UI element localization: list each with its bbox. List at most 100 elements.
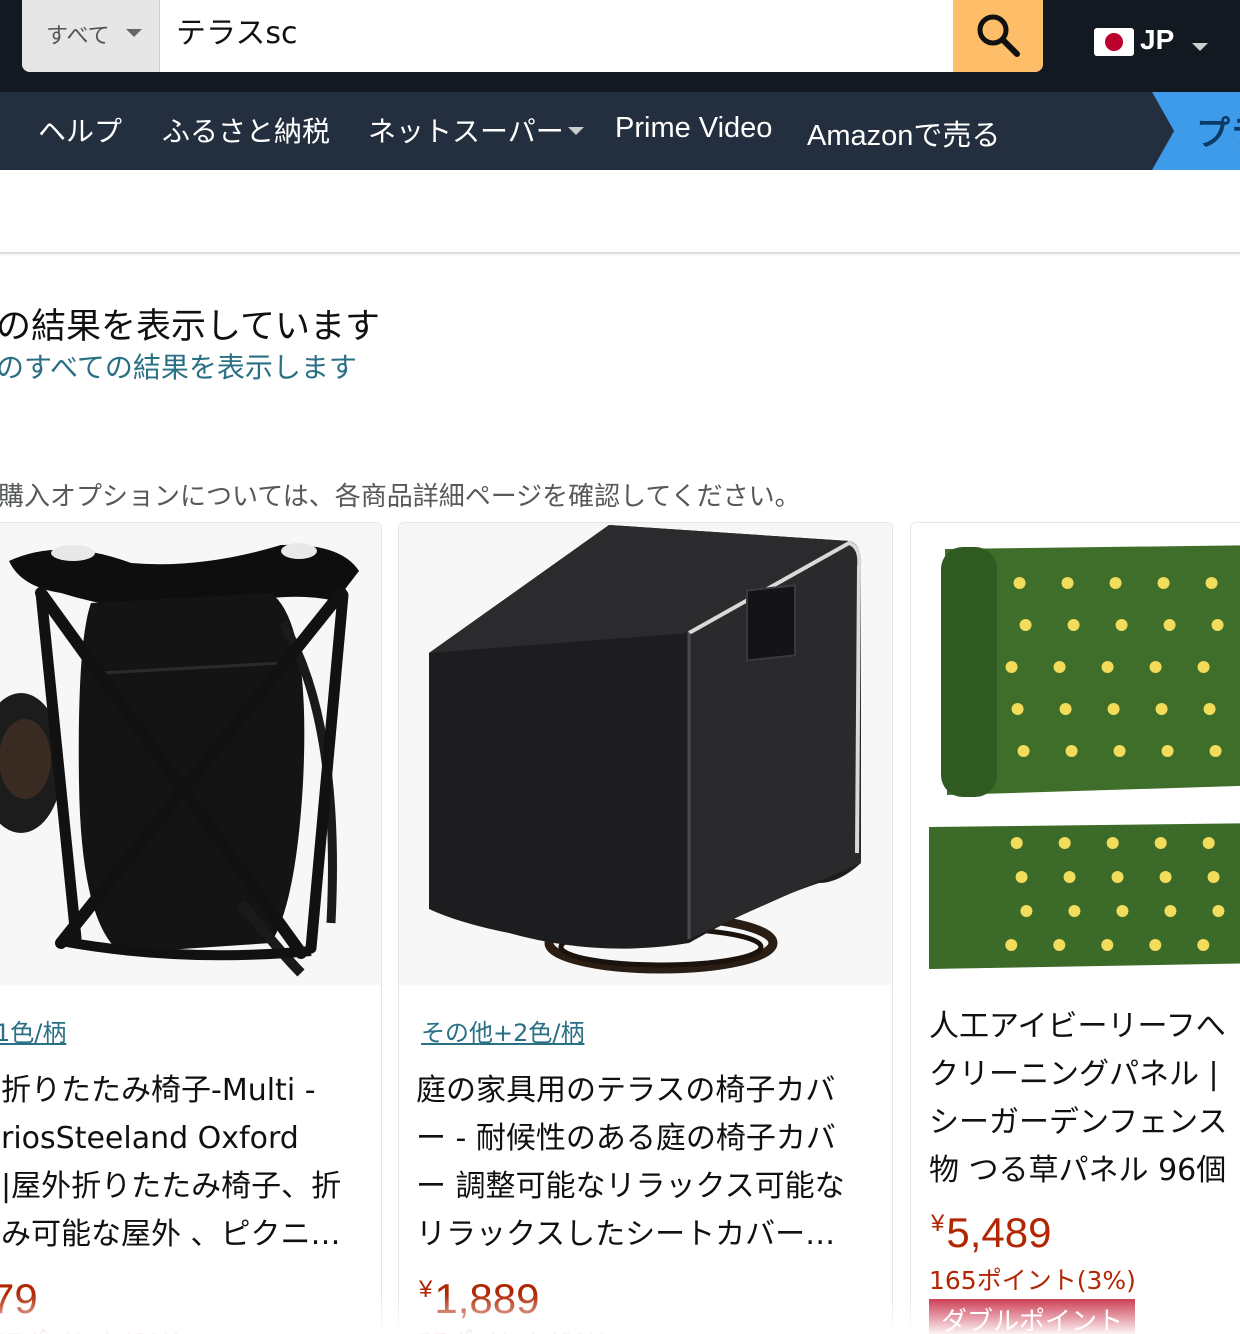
results-heading: の結果を表示しています xyxy=(0,307,380,347)
ivy-flower xyxy=(1019,619,1032,631)
product-title-line: ー 調整可能なリラックス可能な xyxy=(416,1169,845,1204)
price-value: 5,489 xyxy=(946,1209,1052,1256)
price-value: 79 xyxy=(0,1275,38,1322)
product-title-line: リラックスしたシートカバー… xyxy=(416,1217,836,1252)
ivy-flower xyxy=(1157,577,1170,589)
ivy-flower xyxy=(1202,837,1215,849)
ivy-flower xyxy=(1005,939,1018,951)
ivy-flower xyxy=(1107,703,1120,715)
locale-label: JP xyxy=(1140,24,1175,55)
ivy-flower xyxy=(1020,905,1033,917)
product-price: ¥5,489 xyxy=(931,1209,1051,1257)
product-image[interactable] xyxy=(0,523,381,985)
ivy-flower xyxy=(1063,871,1076,883)
ivy-flower xyxy=(1212,905,1225,917)
price-currency: ¥ xyxy=(419,1276,433,1303)
product-title-line: 人工アイビーリーフへ xyxy=(929,1009,1226,1044)
product-title-line: |屋外折りたたみ椅子、折 xyxy=(1,1169,342,1204)
prime-promo-banner[interactable]: プラ xyxy=(1152,92,1240,170)
chevron-down-icon xyxy=(568,127,584,135)
nav-item-prime-video[interactable]: Prime Video xyxy=(615,112,772,145)
ivy-flower xyxy=(1059,703,1072,715)
ivy-panel-image xyxy=(911,523,1240,985)
ivy-flower xyxy=(1010,837,1023,849)
ivy-flower xyxy=(1197,661,1210,673)
nav-item-help[interactable]: ヘルプ xyxy=(38,110,122,150)
ivy-flower xyxy=(1116,905,1129,917)
top-header: すべて JP xyxy=(0,0,1240,92)
ivy-flower xyxy=(1067,619,1080,631)
product-points: 57ポイント(3%) xyxy=(0,1323,182,1334)
sub-toolbar xyxy=(0,170,1240,254)
ivy-flower xyxy=(1058,837,1071,849)
ivy-flower xyxy=(1111,871,1124,883)
ivy-flower xyxy=(1209,745,1222,757)
ivy-flower xyxy=(1005,661,1018,673)
product-card[interactable]: その他+2色/柄 庭の家具用のテラスの椅子カバ ー - 耐候性のある庭の椅子カバ… xyxy=(398,522,893,1334)
ivy-flower xyxy=(1113,745,1126,757)
ivy-flower xyxy=(1203,703,1216,715)
locale-selector[interactable]: JP xyxy=(1094,24,1224,60)
search-button[interactable] xyxy=(953,0,1043,72)
purchase-options-notice: 購入オプションについては、各商品詳細ページを確認してください。 xyxy=(0,482,801,512)
ivy-flower xyxy=(1115,619,1128,631)
search-icon xyxy=(977,14,1020,57)
product-card[interactable]: 人工アイビーリーフへ クリーニングパネル | シーガーデンフェンス 物 つる草パ… xyxy=(910,522,1240,1334)
product-points: 57ポイント(3%) xyxy=(417,1323,608,1334)
nav-item-sell-on-amazon[interactable]: Amazonで売る xyxy=(807,112,1000,154)
ivy-flower xyxy=(1101,939,1114,951)
product-title-line: 折りたたみ椅子-Multi - xyxy=(1,1073,316,1108)
prime-promo-text: プラ xyxy=(1196,114,1240,154)
double-points-badge: ダブルポイント xyxy=(929,1299,1136,1334)
ivy-flower xyxy=(1109,577,1122,589)
product-title-line: 物 つる草パネル 96個 xyxy=(929,1153,1227,1188)
ivy-flower xyxy=(1013,577,1026,589)
product-image[interactable] xyxy=(911,523,1240,985)
product-title-line: riosSteeland Oxford xyxy=(1,1121,299,1156)
ivy-flower xyxy=(1205,577,1218,589)
product-title[interactable]: 折りたたみ椅子-Multi - riosSteeland Oxford |屋外折… xyxy=(1,1067,341,1259)
ivy-flower xyxy=(1015,871,1028,883)
product-swatch-link[interactable]: その他+2色/柄 xyxy=(421,1013,584,1048)
search-category-dropdown[interactable]: すべて xyxy=(22,0,160,72)
ivy-flower xyxy=(1154,837,1167,849)
product-image[interactable] xyxy=(399,523,892,985)
product-title-line: 庭の家具用のテラスの椅子カバ xyxy=(416,1073,836,1108)
product-title-line: クリーニングパネル | xyxy=(929,1057,1219,1092)
product-card[interactable]: 1色/柄 折りたたみ椅子-Multi - riosSteeland Oxford… xyxy=(0,522,382,1334)
ivy-flower xyxy=(1061,577,1074,589)
ivy-flower xyxy=(1149,661,1162,673)
search-category-label: すべて xyxy=(46,24,110,49)
product-title-line: ー - 耐候性のある庭の椅子カバ xyxy=(416,1121,836,1156)
product-price: ¥1,889 xyxy=(419,1275,539,1323)
ivy-flower xyxy=(1197,939,1210,951)
ivy-flower xyxy=(1155,703,1168,715)
chevron-down-icon xyxy=(1192,43,1208,51)
ivy-flower xyxy=(1207,871,1220,883)
ivy-flower xyxy=(1011,703,1024,715)
japan-flag-icon xyxy=(1094,28,1134,56)
ivy-flower xyxy=(1017,745,1030,757)
ivy-flower xyxy=(1106,837,1119,849)
ivy-flower xyxy=(1065,745,1078,757)
ivy-flower xyxy=(1163,619,1176,631)
search-input[interactable] xyxy=(160,0,954,72)
ivy-flower xyxy=(1101,661,1114,673)
ivy-flower xyxy=(1164,905,1177,917)
nav-bar: ヘルプ ふるさと納税 ネットスーパー Prime Video Amazonで売る… xyxy=(0,92,1240,170)
product-swatch-link[interactable]: 1色/柄 xyxy=(0,1013,66,1048)
nav-item-net-super[interactable]: ネットスーパー xyxy=(368,110,564,150)
product-title-line: シーガーデンフェンス xyxy=(929,1105,1228,1140)
price-value: 1,889 xyxy=(434,1275,540,1322)
ivy-flower xyxy=(1053,939,1066,951)
product-price: 79 xyxy=(0,1275,38,1323)
ivy-flower xyxy=(1211,619,1224,631)
price-currency: ¥ xyxy=(931,1210,945,1237)
show-all-results-link[interactable]: のすべての結果を表示します xyxy=(0,346,357,386)
ivy-flower xyxy=(1068,905,1081,917)
product-points: 165ポイント(3%) xyxy=(929,1266,1136,1295)
product-title[interactable]: 人工アイビーリーフへ クリーニングパネル | シーガーデンフェンス 物 つる草パ… xyxy=(929,1003,1228,1195)
product-title[interactable]: 庭の家具用のテラスの椅子カバ ー - 耐候性のある庭の椅子カバ ー 調整可能なリ… xyxy=(416,1067,845,1259)
nav-item-furusato[interactable]: ふるさと納税 xyxy=(162,110,330,150)
search-bar: すべて xyxy=(22,0,1043,72)
